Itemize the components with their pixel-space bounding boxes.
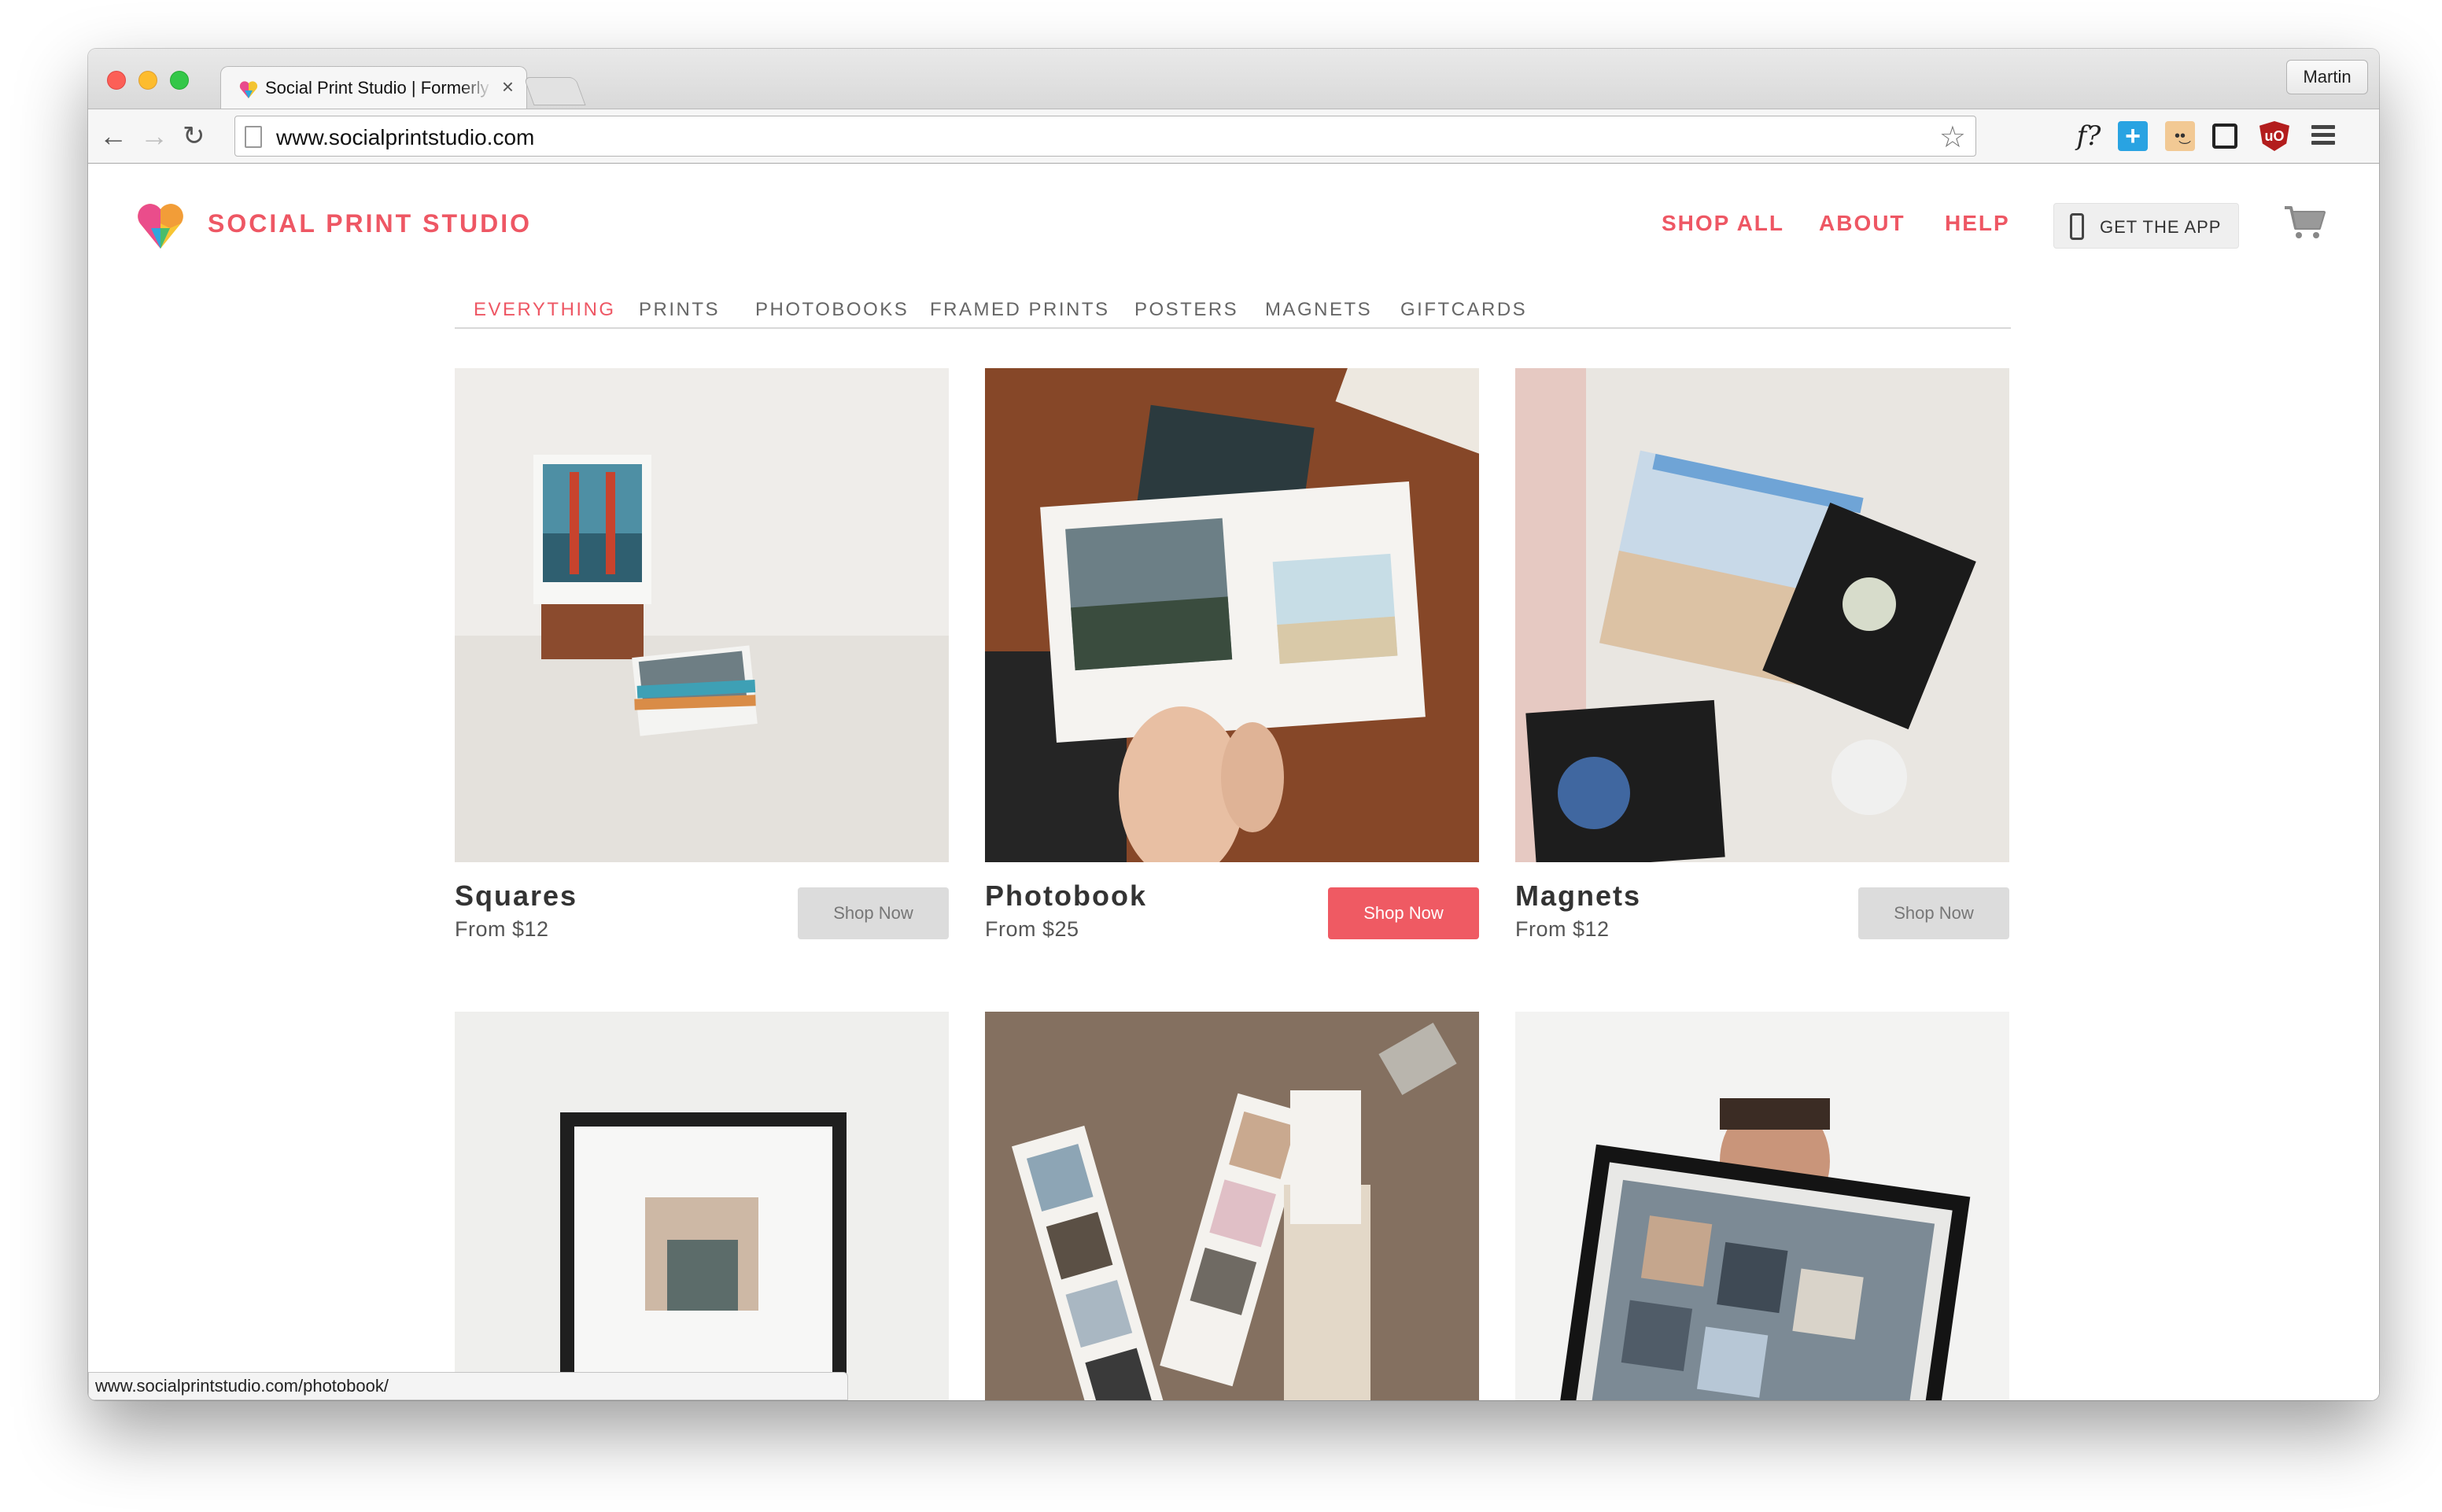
minimize-window-button[interactable]: [138, 71, 157, 90]
subnav-photobooks[interactable]: PHOTOBOOKS: [755, 299, 909, 321]
phone-icon: [2070, 213, 2084, 240]
shop-now-button[interactable]: Shop Now: [1858, 887, 2009, 939]
tab-title: Social Print Studio | Formerly Printstag…: [265, 78, 493, 98]
back-arrow-icon[interactable]: ←: [99, 119, 127, 153]
poster-product-image[interactable]: [1515, 1012, 2009, 1400]
cart-icon[interactable]: [2283, 205, 2326, 241]
product-title[interactable]: Magnets: [1515, 880, 1641, 913]
category-nav: EVERYTHING PRINTS PHOTOBOOKS FRAMED PRIN…: [455, 293, 2011, 329]
photobook-product-image[interactable]: [985, 368, 1479, 862]
nav-about[interactable]: ABOUT: [1819, 211, 1905, 236]
url-text[interactable]: www.socialprintstudio.com: [276, 125, 534, 150]
tab-bar: Social Print Studio | Formerly Printstag…: [88, 49, 2379, 109]
new-tab-button[interactable]: [523, 77, 586, 105]
squares-product-image[interactable]: [455, 368, 949, 862]
product-title[interactable]: Squares: [455, 880, 577, 913]
subnav-framed-prints[interactable]: FRAMED PRINTS: [930, 299, 1110, 321]
reload-icon[interactable]: ↻: [183, 119, 205, 153]
product-price: From $25: [985, 917, 1079, 941]
product-price: From $12: [455, 917, 549, 941]
close-window-button[interactable]: [107, 71, 126, 90]
browser-toolbar: ← → ↻ www.socialprintstudio.com ☆ f? + •…: [88, 109, 2379, 164]
subnav-prints[interactable]: PRINTS: [639, 299, 720, 321]
face-extension-icon[interactable]: •͜•: [2165, 121, 2195, 151]
pocket-extension-icon[interactable]: [2212, 124, 2237, 149]
product-title[interactable]: Photobook: [985, 880, 1147, 913]
address-bar[interactable]: www.socialprintstudio.com ☆: [234, 116, 1976, 157]
subnav-posters[interactable]: POSTERS: [1134, 299, 1238, 321]
browser-window: Social Print Studio | Formerly Printstag…: [88, 49, 2379, 1400]
page-icon: [245, 126, 262, 148]
get-the-app-label: GET THE APP: [2100, 217, 2222, 237]
font-extension-icon[interactable]: f?: [2074, 121, 2104, 151]
get-the-app-button[interactable]: GET THE APP: [2053, 203, 2239, 249]
add-extension-icon[interactable]: +: [2118, 121, 2148, 151]
ublock-shield-icon[interactable]: uO: [2259, 121, 2289, 151]
web-page: SOCIAL PRINT STUDIO SHOP ALL ABOUT HELP …: [88, 164, 2379, 1400]
subnav-magnets[interactable]: MAGNETS: [1265, 299, 1372, 321]
brand-name[interactable]: SOCIAL PRINT STUDIO: [208, 209, 532, 238]
heart-pin-logo-icon[interactable]: [135, 200, 186, 250]
shop-now-button[interactable]: Shop Now: [798, 887, 949, 939]
status-bar-url: www.socialprintstudio.com/photobook/: [88, 1372, 848, 1400]
nav-shop-all[interactable]: SHOP ALL: [1662, 211, 1784, 236]
subnav-giftcards[interactable]: GIFTCARDS: [1400, 299, 1527, 321]
browser-tab[interactable]: Social Print Studio | Formerly Printstag…: [220, 66, 527, 109]
bookmark-star-icon[interactable]: ☆: [1939, 120, 1966, 155]
subnav-everything[interactable]: EVERYTHING: [474, 299, 616, 321]
forward-arrow-icon[interactable]: →: [140, 119, 168, 153]
hamburger-menu-icon[interactable]: [2311, 125, 2335, 146]
framed-print-product-image[interactable]: [455, 1012, 949, 1400]
favicon-icon: [239, 81, 258, 98]
magnets-product-image[interactable]: [1515, 368, 2009, 862]
profile-button[interactable]: Martin: [2286, 60, 2368, 94]
nav-help[interactable]: HELP: [1945, 211, 2010, 236]
tab-close-icon[interactable]: ×: [502, 75, 514, 99]
shop-now-button[interactable]: Shop Now: [1328, 887, 1479, 939]
photo-strips-product-image[interactable]: [985, 1012, 1479, 1400]
zoom-window-button[interactable]: [170, 71, 189, 90]
product-price: From $12: [1515, 917, 1610, 941]
